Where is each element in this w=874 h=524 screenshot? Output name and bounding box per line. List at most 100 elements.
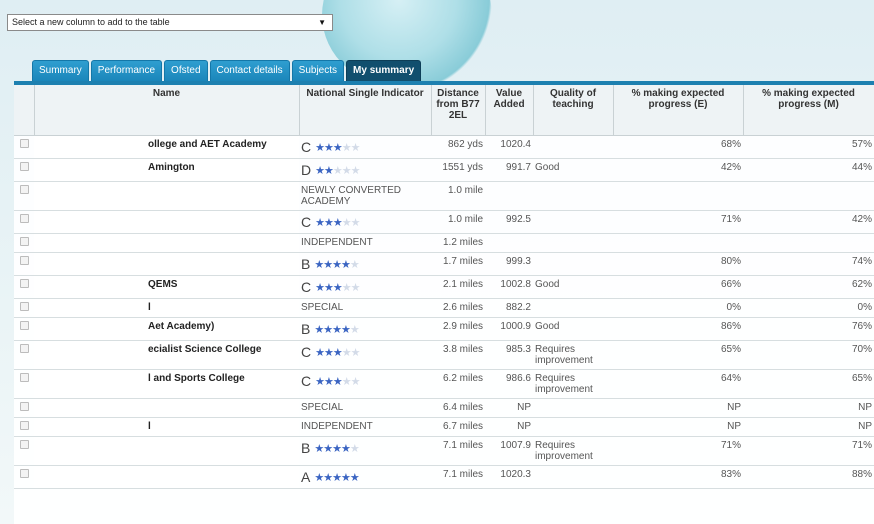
header-value-added[interactable]: Value Added (485, 85, 534, 136)
school-name[interactable] (34, 252, 299, 276)
header-distance[interactable]: Distance from B77 2EL (431, 85, 486, 136)
school-name-text[interactable]: Amington (148, 162, 195, 173)
row-checkbox[interactable] (19, 402, 29, 411)
row-checkbox[interactable] (19, 185, 29, 194)
quality-cell: Requires improvement (533, 436, 613, 466)
pct-e-cell: 66% (613, 275, 743, 299)
school-name-text[interactable]: l and Sports College (148, 373, 245, 384)
school-name[interactable] (34, 465, 299, 489)
header-pct-m[interactable]: % making expected progress (M) (743, 85, 874, 136)
row-checkbox[interactable] (19, 344, 29, 353)
table-row[interactable]: ecialist Science College C ★★★★★ 3.8 miles 9… (14, 340, 874, 370)
school-name[interactable] (34, 210, 299, 234)
school-name-text[interactable]: l (148, 421, 151, 432)
table-row[interactable]: ollege and AET Academy C ★★★★★ 862 yds 1020.… (14, 135, 874, 159)
school-name[interactable]: Amington (34, 158, 299, 182)
pct-e-cell (613, 233, 743, 253)
value-added-cell: 1002.8 (485, 275, 533, 299)
school-name-text[interactable]: Aet Academy) (148, 321, 214, 332)
star-filled-icon: ★ (332, 259, 342, 271)
tab-ofsted[interactable]: Ofsted (164, 60, 208, 81)
row-checkbox[interactable] (19, 279, 29, 288)
pct-e-cell (613, 181, 743, 211)
tab-summary[interactable]: Summary (32, 60, 89, 81)
value-added-cell: 1020.4 (485, 135, 533, 159)
table-row[interactable]: l SPECIAL 2.6 miles 882.2 0% 0% (14, 298, 874, 318)
row-checkbox[interactable] (19, 373, 29, 382)
header-name[interactable]: Name (34, 85, 300, 136)
grade-letter: C (301, 373, 312, 389)
school-name-text[interactable]: QEMS (148, 279, 177, 290)
table-row[interactable]: Amington D ★★★★★ 1551 yds 991.7 Good 42% 44% (14, 158, 874, 182)
row-select-cell (14, 252, 34, 276)
table-row[interactable]: Aet Academy) B ★★★★★ 2.9 miles 1000.9 Good 86%… (14, 317, 874, 341)
tab-performance[interactable]: Performance (90, 60, 163, 81)
tab-bar: Summary Performance Ofsted Contact detai… (32, 60, 423, 81)
table-row[interactable]: l and Sports College C ★★★★★ 6.2 miles 986.6… (14, 369, 874, 399)
star-empty-icon: ★ (341, 347, 352, 359)
pct-m-cell: 44% (743, 158, 874, 182)
header-nsi[interactable]: National Single Indicator (299, 85, 432, 136)
table-row[interactable]: NEWLY CONVERTED ACADEMY 1.0 mile (14, 181, 874, 211)
table-row[interactable]: QEMS C ★★★★★ 2.1 miles 1002.8 Good 66% 62% (14, 275, 874, 299)
school-name[interactable] (34, 398, 299, 418)
school-name[interactable] (34, 233, 299, 253)
table-row[interactable]: l INDEPENDENT 6.7 miles NP NP NP (14, 417, 874, 437)
school-name-text[interactable]: ollege and AET Academy (148, 139, 267, 150)
row-checkbox[interactable] (19, 440, 29, 449)
table-row[interactable]: B ★★★★★ 7.1 miles 1007.9 Requires improvemen… (14, 436, 874, 466)
grade-letter: D (301, 162, 312, 178)
row-checkbox[interactable] (19, 139, 29, 148)
distance-cell: 862 yds (431, 135, 485, 159)
school-name[interactable] (34, 436, 299, 466)
pct-m-cell: 74% (743, 252, 874, 276)
row-select-cell (14, 465, 34, 489)
tab-my-summary[interactable]: My summary (346, 60, 422, 81)
add-column-select[interactable]: Select a new column to add to the table … (7, 14, 333, 31)
school-name[interactable]: l (34, 298, 299, 318)
star-filled-icon: ★ (349, 472, 360, 484)
row-checkbox[interactable] (19, 162, 29, 171)
header-pct-e[interactable]: % making expected progress (E) (613, 85, 744, 136)
table-row[interactable]: A ★★★★★ 7.1 miles 1020.3 83% 88% (14, 465, 874, 489)
table-row[interactable]: C ★★★★★ 1.0 mile 992.5 71% 42% (14, 210, 874, 234)
school-name[interactable]: l (34, 417, 299, 437)
nsi-cell: SPECIAL (299, 398, 431, 418)
table-row[interactable]: B ★★★★★ 1.7 miles 999.3 80% 74% (14, 252, 874, 276)
quality-cell (533, 252, 613, 276)
quality-cell: Good (533, 275, 613, 299)
nsi-text: INDEPENDENT (301, 237, 373, 248)
school-name[interactable]: QEMS (34, 275, 299, 299)
school-name[interactable]: l and Sports College (34, 369, 299, 399)
school-name-text[interactable]: l (148, 302, 151, 313)
row-checkbox[interactable] (19, 214, 29, 223)
school-name[interactable] (34, 181, 299, 211)
row-checkbox[interactable] (19, 256, 29, 265)
tab-contact-details[interactable]: Contact details (209, 60, 290, 81)
distance-cell: 2.6 miles (431, 298, 485, 318)
row-checkbox[interactable] (19, 302, 29, 311)
value-added-cell (485, 181, 533, 211)
star-filled-icon: ★ (332, 472, 342, 484)
row-checkbox[interactable] (19, 237, 29, 246)
row-select-cell (14, 181, 34, 211)
star-rating: ★★★★★ (315, 376, 360, 388)
row-select-cell (14, 436, 34, 466)
table-row[interactable]: INDEPENDENT 1.2 miles (14, 233, 874, 253)
nsi-cell: SPECIAL (299, 298, 431, 318)
header-quality-of-teaching[interactable]: Quality of teaching (533, 85, 614, 136)
school-name[interactable]: ecialist Science College (34, 340, 299, 370)
row-checkbox[interactable] (19, 321, 29, 330)
nsi-cell: A ★★★★★ (299, 465, 431, 489)
nsi-cell: C ★★★★★ (299, 369, 431, 399)
row-checkbox[interactable] (19, 469, 29, 478)
row-checkbox[interactable] (19, 421, 29, 430)
header-select (14, 85, 35, 136)
pct-m-cell: NP (743, 417, 874, 437)
tab-subjects[interactable]: Subjects (291, 60, 345, 81)
school-name[interactable]: Aet Academy) (34, 317, 299, 341)
table-row[interactable]: SPECIAL 6.4 miles NP NP NP (14, 398, 874, 418)
school-name[interactable]: ollege and AET Academy (34, 135, 299, 159)
value-added-cell: 1000.9 (485, 317, 533, 341)
school-name-text[interactable]: ecialist Science College (148, 344, 261, 355)
